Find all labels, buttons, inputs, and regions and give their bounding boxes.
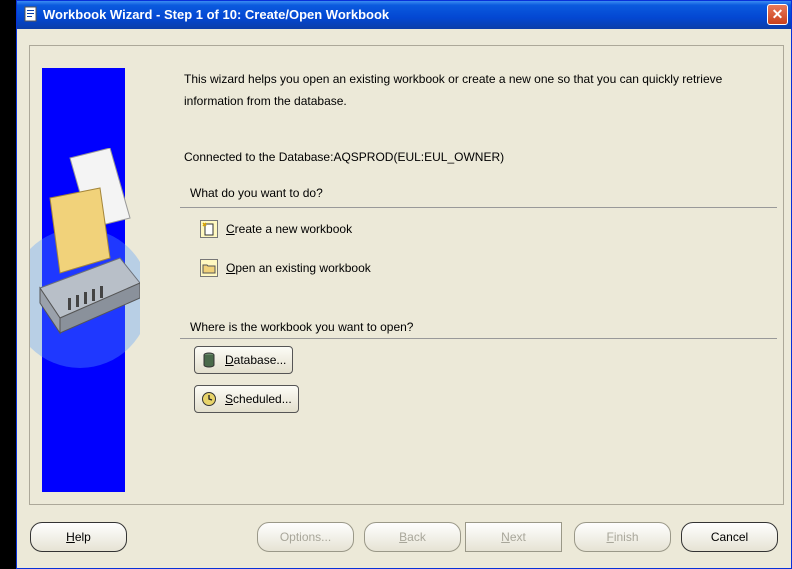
section-divider [180,207,777,208]
window-title: Workbook Wizard - Step 1 of 10: Create/O… [43,7,390,22]
finish-button[interactable]: Finish [574,522,671,552]
clock-icon [201,391,217,407]
title-bar: Workbook Wizard - Step 1 of 10: Create/O… [17,1,791,29]
wizard-side-graphic [30,68,140,492]
open-folder-icon [200,259,218,277]
database-button[interactable]: Database... [194,346,294,374]
back-button[interactable]: Back [364,522,461,552]
create-new-workbook-label: Create a new workbook [226,222,353,236]
workbook-wizard-window: Workbook Wizard - Step 1 of 10: Create/O… [16,0,792,569]
database-icon [201,352,217,368]
close-button[interactable]: ✕ [767,4,788,25]
connection-status: Connected to the Database:AQSPROD(EUL:EU… [184,150,505,164]
scheduled-button-label: Scheduled... [225,392,292,406]
help-button[interactable]: Help [30,522,127,552]
app-icon [23,6,39,22]
new-workbook-icon [200,220,218,238]
options-button[interactable]: Options... [257,522,354,552]
next-button[interactable]: Next [465,522,562,552]
cancel-button[interactable]: Cancel [681,522,778,552]
scheduled-button[interactable]: Scheduled... [194,385,299,413]
where-section-label: Where is the workbook you want to open? [190,320,414,334]
wizard-panel: This wizard helps you open an existing w… [29,45,784,505]
intro-text: This wizard helps you open an existing w… [184,72,723,108]
open-existing-workbook-action[interactable]: Open an existing workbook [200,256,371,280]
close-icon: ✕ [771,6,784,22]
open-existing-workbook-label: Open an existing workbook [226,261,371,275]
database-button-label: Database... [225,353,287,367]
what-section-label: What do you want to do? [190,186,323,200]
folder-server-illustration-icon [30,148,140,368]
section-divider [180,338,777,339]
create-new-workbook-action[interactable]: Create a new workbook [200,217,352,241]
